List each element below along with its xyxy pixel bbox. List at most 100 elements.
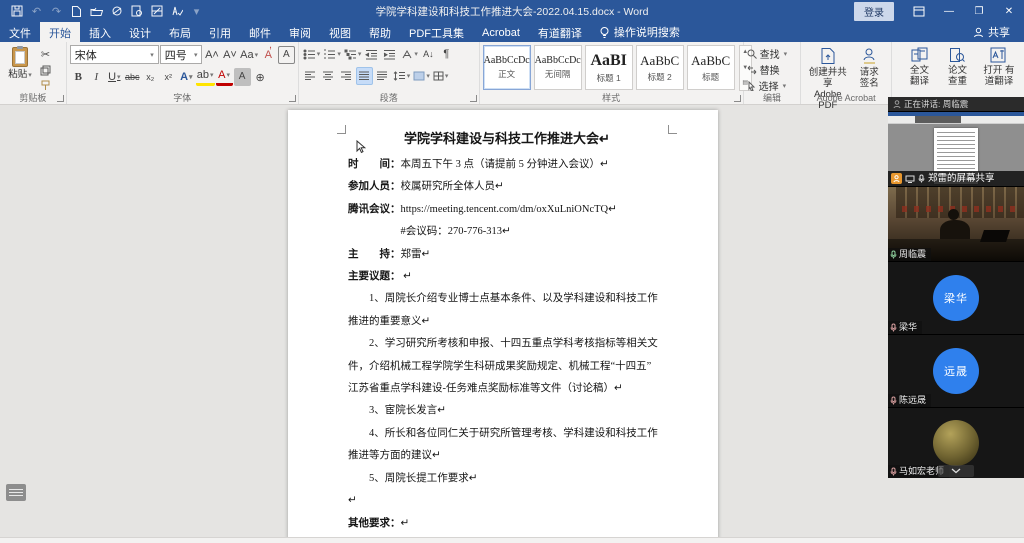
style-normal[interactable]: AaBbCcDc 正文 [482,45,531,90]
tab-home[interactable]: 开始 [40,22,80,42]
restore-button[interactable]: ❐ [964,0,994,22]
doc-paragraph: 5、周院长提工作要求↵ [348,472,478,484]
cut-button[interactable]: ✂ [37,48,54,61]
open-icon[interactable] [90,5,103,18]
phonetic-guide-button[interactable]: A̕ [260,46,277,64]
show-hide-marks-button[interactable]: ¶ [438,45,455,63]
select-button[interactable]: 选择 ▾ [747,78,798,93]
doc-paragraph: 4、所长和各位同仁关于研究所管理考核、学科建设和科技工作 [348,427,658,439]
close-button[interactable]: ✕ [994,0,1024,22]
align-right-button[interactable] [338,67,355,85]
asian-layout-button[interactable]: ▾ [399,45,419,63]
text-effects-button[interactable]: A ▾ [178,68,195,86]
new-document-icon[interactable] [70,5,83,18]
spell-check-icon[interactable] [170,5,183,18]
sort-button[interactable]: A↓ [420,45,437,63]
ribbon-tab-row: 文件 开始 插入 设计 布局 引用 邮件 审阅 视图 帮助 PDF工具集 Acr… [0,22,1024,42]
doc-paragraph: 件，介绍机械工程学院学生科研成果奖励规定、机械工程“十四五” [348,360,652,372]
signin-button[interactable]: 登录 [854,1,894,21]
italic-button[interactable]: I [88,68,105,86]
enclose-characters-button[interactable]: ⊕ [252,68,269,86]
font-dialog-launcher[interactable] [288,95,296,102]
participant-tile-video[interactable]: 周临震 [888,187,1024,261]
format-painter-button[interactable] [37,79,54,91]
style-heading1[interactable]: AaBI 标题 1 [584,45,633,90]
tell-me-search[interactable]: 操作说明搜索 [591,22,688,42]
replace-button[interactable]: 替换 [747,62,798,77]
document-page[interactable]: 学院学科建设与科技工作推进大会↵ 时 间：本周五下午 3 点（请提前 5 分钟进… [288,110,718,543]
tab-insert[interactable]: 插入 [80,22,120,42]
draw-icon[interactable] [110,5,123,18]
tab-help[interactable]: 帮助 [360,22,400,42]
clipboard-dialog-launcher[interactable] [56,95,64,102]
shrink-font-button[interactable]: A˅ [221,46,238,64]
participant-tile-avatar[interactable]: 远晟 陈远晟 [888,335,1024,407]
change-case-button[interactable]: Aa ▾ [239,46,258,64]
tab-pdf-tools[interactable]: PDF工具集 [400,22,473,42]
screen-share-tile[interactable]: 郑雷的屏幕共享 [888,112,1024,186]
multilevel-list-button[interactable]: ▾ [343,45,363,63]
avatar: 远晟 [933,348,979,394]
collapse-panel-button[interactable] [938,465,974,477]
align-center-button[interactable] [320,67,337,85]
justify-button[interactable] [355,67,373,85]
font-color-button[interactable]: A ▾ [215,68,233,86]
style-heading2[interactable]: AaBbC 标题 2 [635,45,684,90]
mic-icon [890,323,897,332]
increase-indent-button[interactable] [381,45,398,63]
decrease-indent-button[interactable] [363,45,380,63]
paper-check-button[interactable]: 论文 查重 [939,45,976,89]
participant-tile-avatar[interactable]: 梁华 梁华 [888,262,1024,334]
ribbon-display-options-icon[interactable] [904,0,934,22]
superscript-button[interactable]: x² [160,68,177,86]
participant-tile-photo[interactable]: 马如宏老师 [888,408,1024,478]
distribute-button[interactable] [374,67,391,85]
paragraph-dialog-launcher[interactable] [469,95,477,102]
numbering-button[interactable]: ▾ [322,45,342,63]
styles-dialog-launcher[interactable] [733,95,741,102]
floating-tool-widget[interactable] [6,484,26,501]
edit-table-icon[interactable] [150,5,163,18]
copy-button[interactable] [37,64,54,76]
character-shading-button[interactable]: A [233,68,251,86]
request-signature-button[interactable]: 请求 签名 [852,45,886,91]
strikethrough-button[interactable]: abc [124,68,141,86]
subscript-button[interactable]: x₂ [142,68,159,86]
tab-design[interactable]: 设计 [120,22,160,42]
redo-icon[interactable]: ↷ [50,5,63,18]
line-spacing-button[interactable]: ▾ [392,67,412,85]
font-size-combo[interactable]: 四号 ▾ [159,45,203,64]
print-preview-icon[interactable] [130,5,143,18]
doc-paragraph: 其他要求：↵ [348,517,410,529]
share-button[interactable]: 共享 [959,22,1024,42]
tab-references[interactable]: 引用 [200,22,240,42]
full-translate-button[interactable]: 全文 翻译 [901,45,938,89]
character-border-button[interactable]: A [277,45,295,64]
highlight-color-button[interactable]: ab ▾ [195,68,215,86]
tab-acrobat[interactable]: Acrobat [473,22,529,42]
minimize-button[interactable]: — [934,0,964,22]
bold-button[interactable]: B [70,68,87,86]
style-title[interactable]: AaBbC 标题 [686,45,735,90]
tab-file[interactable]: 文件 [0,22,40,42]
undo-icon[interactable]: ↶ [30,5,43,18]
tab-youdao[interactable]: 有道翻译 [529,22,591,42]
shading-button[interactable]: ▾ [412,67,431,85]
crop-mark-top-right [668,125,677,134]
paste-button[interactable]: 粘贴▾ [3,45,37,91]
grow-font-button[interactable]: A˄ [203,46,220,64]
tab-review[interactable]: 审阅 [280,22,320,42]
borders-button[interactable]: ▾ [432,67,450,85]
bullets-button[interactable]: ▾ [302,45,322,63]
qat-more-icon[interactable]: ▾ [190,5,203,18]
align-left-button[interactable] [302,67,319,85]
underline-button[interactable]: U ▾ [106,68,123,86]
tab-view[interactable]: 视图 [320,22,360,42]
tab-mailings[interactable]: 邮件 [240,22,280,42]
find-button[interactable]: 查找 ▾ [747,46,798,61]
font-name-combo[interactable]: 宋体 ▾ [69,45,159,64]
style-no-spacing[interactable]: AaBbCcDc 无间隔 [533,45,582,90]
save-icon[interactable] [10,5,23,18]
tab-layout[interactable]: 布局 [160,22,200,42]
open-youdao-button[interactable]: 打开 有道翻译 [977,45,1021,89]
